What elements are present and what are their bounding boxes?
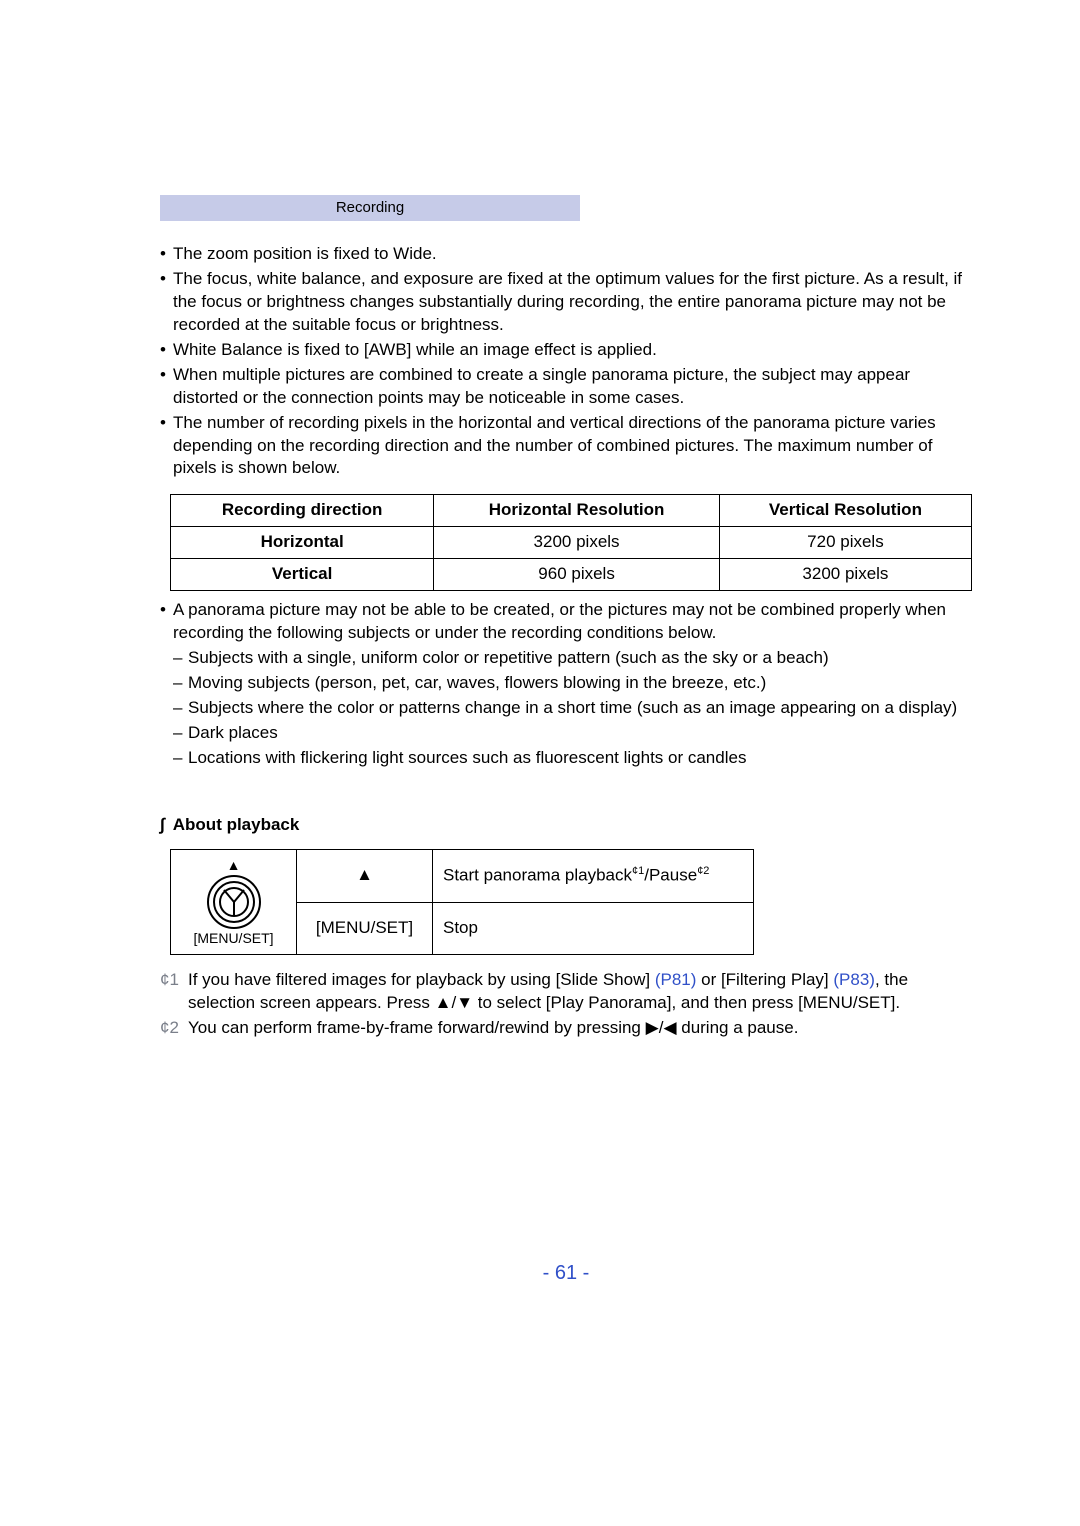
- action-text: /Pause: [644, 866, 697, 885]
- up-triangle-icon: ▲: [356, 865, 373, 884]
- footnote-mark: ¢1: [160, 969, 179, 992]
- control-diagram-cell: ▲ [MENU/SET]: [171, 849, 297, 955]
- action-text: Start panorama playback: [443, 866, 632, 885]
- arrow-glyph-icon: ▶: [646, 1018, 659, 1037]
- resolution-table: Recording direction Horizontal Resolutio…: [170, 494, 972, 591]
- list-item: The number of recording pixels in the ho…: [160, 412, 972, 481]
- col-header: Vertical Resolution: [719, 495, 971, 527]
- footnote-mark: ¢2: [160, 1017, 179, 1040]
- about-playback-heading: ∫ About playback: [160, 814, 972, 837]
- key-cell: [MENU/SET]: [297, 903, 433, 955]
- top-bullet-list: The zoom position is fixed to Wide. The …: [160, 243, 972, 480]
- footnote-2: ¢2 You can perform frame-by-frame forwar…: [160, 1017, 972, 1040]
- arrow-glyph-icon: ◀: [663, 1018, 676, 1037]
- list-item: Dark places: [173, 722, 972, 745]
- footnote-ref: ¢2: [697, 865, 709, 877]
- page-content: Recording The zoom position is fixed to …: [0, 0, 1080, 1287]
- heading-text: About playback: [173, 815, 300, 834]
- list-item: White Balance is fixed to [AWB] while an…: [160, 339, 972, 362]
- list-item: Subjects with a single, uniform color or…: [173, 647, 972, 670]
- footnote-1: ¢1 If you have filtered images for playb…: [160, 969, 972, 1015]
- page-link[interactable]: (P83): [833, 970, 875, 989]
- footnote-body: You can perform frame-by-frame forward/r…: [188, 1018, 798, 1037]
- page-link[interactable]: (P81): [655, 970, 697, 989]
- footnote-body: If you have filtered images for playback…: [188, 970, 908, 1012]
- sub-list: Subjects with a single, uniform color or…: [173, 647, 972, 770]
- arrow-glyph-icon: ▲: [435, 993, 452, 1012]
- table-row: Vertical 960 pixels 3200 pixels: [171, 559, 972, 591]
- cell: 960 pixels: [434, 559, 720, 591]
- cell: 3200 pixels: [719, 559, 971, 591]
- list-item: Moving subjects (person, pet, car, waves…: [173, 672, 972, 695]
- list-item: Subjects where the color or patterns cha…: [173, 697, 972, 720]
- row-header: Horizontal: [171, 527, 434, 559]
- table-row: Horizontal 3200 pixels 720 pixels: [171, 527, 972, 559]
- square-bullet-icon: ∫: [160, 814, 165, 837]
- key-cell: ▲: [297, 849, 433, 902]
- arrow-glyph-icon: ▼: [456, 993, 473, 1012]
- footnote-ref: ¢1: [632, 865, 644, 877]
- page-number: - 61 -: [160, 1260, 972, 1287]
- action-cell: Start panorama playback¢1/Pause¢2: [433, 849, 754, 902]
- section-header: Recording: [160, 195, 580, 221]
- col-header: Horizontal Resolution: [434, 495, 720, 527]
- list-item: The zoom position is fixed to Wide.: [160, 243, 972, 266]
- col-header: Recording direction: [171, 495, 434, 527]
- diagram-label: [MENU/SET]: [181, 931, 286, 946]
- cell: 720 pixels: [719, 527, 971, 559]
- conditions-list: A panorama picture may not be able to be…: [160, 599, 972, 770]
- list-item: The focus, white balance, and exposure a…: [160, 268, 972, 337]
- list-item-lead: A panorama picture may not be able to be…: [173, 600, 946, 642]
- list-item: Locations with flickering light sources …: [173, 747, 972, 770]
- row-header: Vertical: [171, 559, 434, 591]
- up-triangle-icon: ▲: [181, 858, 286, 873]
- playback-table: ▲ [MENU/SET] ▲ Start panorama playback¢1…: [170, 849, 754, 956]
- list-item: When multiple pictures are combined to c…: [160, 364, 972, 410]
- dial-icon: [204, 873, 264, 931]
- action-cell: Stop: [433, 903, 754, 955]
- list-item: A panorama picture may not be able to be…: [160, 599, 972, 770]
- cell: 3200 pixels: [434, 527, 720, 559]
